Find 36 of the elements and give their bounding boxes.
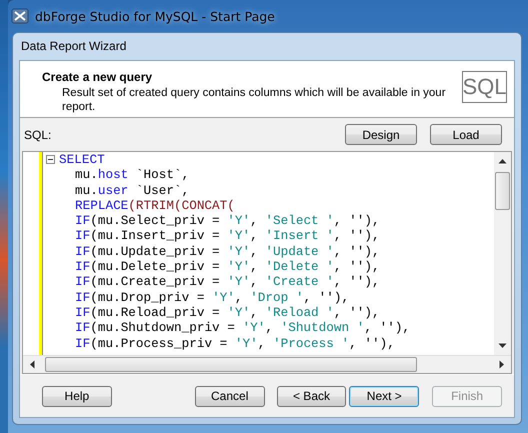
sql-logo: SQL <box>462 71 507 103</box>
code-editor[interactable] <box>22 151 512 374</box>
code-line: IF(mu.Reload_priv = 'Y', 'Reload ', ''), <box>74 304 380 320</box>
scroll-thumb[interactable] <box>45 357 417 372</box>
code-line: IF(mu.Update_priv = 'Y', 'Update ', ''), <box>74 244 380 260</box>
step-description: Result set of created query contains columns which will be available in your report. <box>61 86 447 114</box>
code-line: IF(mu.Insert_priv = 'Y', 'Insert ', ''), <box>74 228 380 244</box>
scroll-left-icon[interactable] <box>29 360 35 369</box>
wizard-button[interactable]: Cancel <box>194 386 265 406</box>
horizontal-scrollbar[interactable] <box>23 355 511 373</box>
code-line: IF(mu.Shutdown_priv = 'Y', 'Shutdown ', ''), <box>74 320 410 336</box>
toolbar-button[interactable]: Load <box>430 124 502 145</box>
collapse-icon[interactable] <box>46 155 55 164</box>
code-line: mu.user `User`, <box>74 182 190 198</box>
code-line: SELECT <box>59 152 105 168</box>
toolbar-button[interactable]: Design <box>345 124 417 145</box>
wizard-button[interactable]: Help <box>42 386 112 406</box>
step-title: Create a new query <box>42 70 154 84</box>
scroll-right-icon[interactable] <box>499 360 505 369</box>
sql-label: SQL: <box>24 128 52 142</box>
code-line: IF(mu.Create_priv = 'Y', 'Create ', ''), <box>74 274 380 290</box>
app-icon <box>11 7 29 25</box>
scroll-thumb[interactable] <box>495 172 510 210</box>
code-line: IF(mu.Delete_priv = 'Y', 'Delete ', ''), <box>74 259 380 274</box>
code-line: mu.host `Host`, <box>74 167 190 183</box>
window-title: dbForge Studio for MySQL - Start Page <box>35 8 275 24</box>
code-line: REPLACE(RTRIM(CONCAT( <box>74 198 235 214</box>
code-line: IF(mu.Drop_priv = 'Y', 'Drop ', ''), <box>74 290 350 305</box>
dialog-title: Data Report Wizard <box>20 38 128 55</box>
vertical-scrollbar[interactable] <box>494 152 511 355</box>
scroll-up-icon[interactable] <box>498 158 507 164</box>
code-line: IF(mu.Process_priv = 'Y', 'Process ', ''), <box>74 336 395 351</box>
scroll-down-icon[interactable] <box>498 343 507 349</box>
code-line: IF(mu.Select_priv = 'Y', 'Select ', ''), <box>74 213 380 228</box>
wizard-button[interactable]: Next > <box>349 386 420 406</box>
wizard-button[interactable]: < Back <box>276 386 346 406</box>
